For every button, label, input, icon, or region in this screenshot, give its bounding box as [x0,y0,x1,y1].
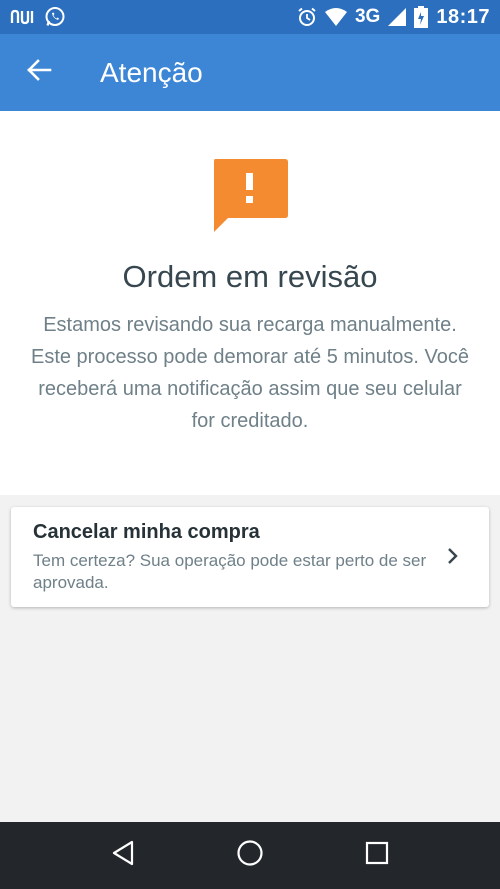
network-type: 3G [354,6,381,27]
alert-message-icon [212,159,288,240]
nav-recents-button[interactable] [347,826,407,886]
recents-square-icon [365,841,389,870]
alarm-icon [297,7,317,27]
battery-icon [414,6,429,28]
page-title: Atenção [100,56,203,88]
status-panel: Ordem em revisão Estamos revisando sua r… [0,111,500,495]
nubank-icon [10,8,36,26]
nav-back-button[interactable] [93,826,153,886]
app-bar: Atenção [0,34,500,111]
clock: 18:17 [436,5,490,28]
back-button[interactable] [0,34,78,111]
status-bar-right: 3G 18:17 [297,6,490,29]
nav-home-button[interactable] [220,826,280,886]
status-description: Estamos revisando sua recarga manualment… [30,314,470,432]
cancel-purchase-title: Cancelar minha compra [33,521,260,543]
chevron-right-icon [447,547,459,570]
system-nav-bar [0,822,500,889]
status-bar: 3G 18:17 [0,0,500,34]
cancel-purchase-card[interactable]: Cancelar minha compra Tem certeza? Sua o… [11,507,489,607]
back-triangle-icon [111,840,135,871]
arrow-back-icon [26,59,52,86]
status-bar-left [10,6,66,28]
status-title: Ordem em revisão [122,259,378,294]
wifi-icon [324,8,347,26]
signal-icon [388,8,407,26]
home-circle-icon [236,839,264,872]
cancel-purchase-subtitle: Tem certeza? Sua operação pode estar per… [33,551,427,592]
whatsapp-icon [44,6,66,28]
